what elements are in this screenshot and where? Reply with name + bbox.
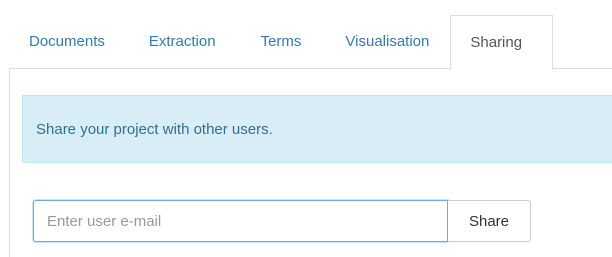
tab-bar: Documents Extraction Terms Visualisation… — [9, 15, 612, 70]
tab-label: Extraction — [148, 33, 216, 50]
tab-content-border — [9, 69, 10, 257]
tab-label: Documents — [29, 33, 105, 50]
info-alert: Share your project with other users. — [22, 95, 612, 163]
sharing-page: Documents Extraction Terms Visualisation… — [0, 0, 612, 257]
email-input[interactable] — [33, 200, 448, 242]
tab-visualisation[interactable]: Visualisation — [323, 15, 450, 68]
tab-terms[interactable]: Terms — [239, 15, 324, 68]
tab-label: Visualisation — [345, 33, 430, 50]
alert-text: Share your project with other users. — [36, 120, 273, 138]
share-input-group: Share — [33, 200, 531, 242]
tab-label: Sharing — [470, 34, 523, 51]
tab-documents[interactable]: Documents — [9, 15, 127, 68]
tab-sharing[interactable]: Sharing — [450, 15, 554, 70]
share-button[interactable]: Share — [448, 200, 531, 242]
tab-label: Terms — [260, 33, 302, 50]
tab-extraction[interactable]: Extraction — [127, 15, 239, 68]
